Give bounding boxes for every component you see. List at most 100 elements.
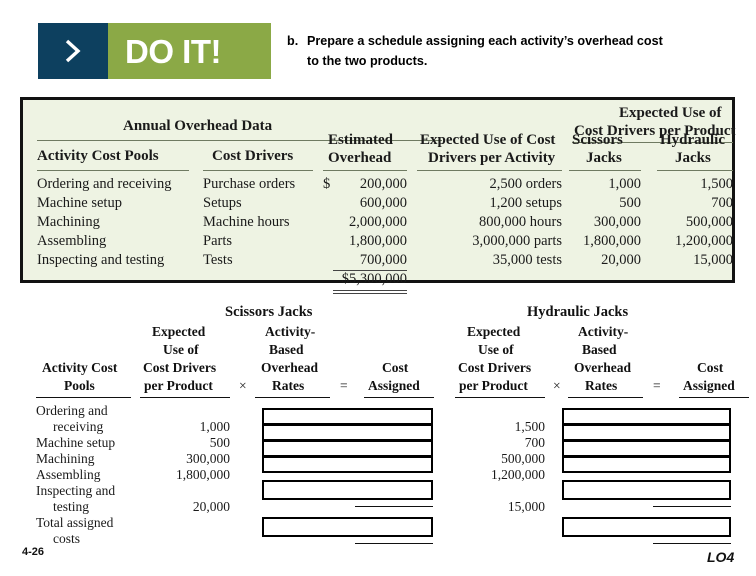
worksheet-header-scissors-expected-line3: Cost Drivers xyxy=(143,360,217,375)
table-row: 500,000 xyxy=(685,214,733,230)
worksheet-header-scissors-assigned-line2: Assigned xyxy=(368,378,420,393)
list-item: 700 xyxy=(524,435,545,450)
do-it-label: DO IT! xyxy=(125,32,221,70)
worksheet-header-hydraulic-expected-line4: per Product xyxy=(459,378,528,393)
table-row: 1,800,000 xyxy=(583,233,641,249)
cost-assigned-input-hydraulic-total[interactable] xyxy=(562,517,731,537)
list-item: 500 xyxy=(209,435,230,450)
worksheet-header-hydraulic-expected-line1: Expected xyxy=(467,324,521,339)
table-row: 1,000 xyxy=(608,176,641,192)
worksheet-header-scissors-expected-line1: Expected xyxy=(152,324,206,339)
list-item: 20,000 xyxy=(192,499,230,514)
table-row: 1,800,000 xyxy=(349,233,407,249)
cost-assigned-input-hydraulic-3[interactable] xyxy=(562,440,731,457)
list-item: testing xyxy=(53,499,89,514)
list-item: 15,000 xyxy=(507,499,545,514)
worksheet-header-scissors-rates-line2: Based xyxy=(269,342,304,357)
header-activity-cost-pools-rule xyxy=(37,170,189,171)
header-expected-use-activity-line1: Expected Use of Cost xyxy=(420,132,556,148)
table-row: Setups xyxy=(203,195,242,211)
worksheet-header-pools-line1: Activity Cost xyxy=(42,360,118,375)
table-row: 1,500 xyxy=(700,176,733,192)
instruction-marker: b. xyxy=(287,34,299,48)
instruction-text: Prepare a schedule assigning each activi… xyxy=(307,32,739,71)
header-hydraulic-jacks-line1: Hydraulic xyxy=(660,132,726,148)
do-it-banner: DO IT! xyxy=(38,23,271,79)
header-cost-drivers-rule xyxy=(203,170,313,171)
header-scissors-jacks-line2: Jacks xyxy=(586,150,622,166)
table-row: 15,000 xyxy=(693,252,733,268)
table-row: 600,000 xyxy=(359,195,407,211)
cost-assigned-input-scissors-total[interactable] xyxy=(262,517,433,537)
worksheet-header-hydraulic-expected-line2: Use of xyxy=(478,342,514,357)
instruction-line-2: to the two products. xyxy=(307,53,428,68)
worksheet-header-hydraulic-assigned-line2: Assigned xyxy=(683,378,735,393)
annual-overhead-data-table: Annual Overhead Data Expected Use of Cos… xyxy=(20,97,736,294)
overhead-total-double-rule xyxy=(333,290,407,294)
worksheet-header-scissors-assigned-line1: Cost xyxy=(382,360,409,375)
table-row: 1,200,000 xyxy=(675,233,733,249)
header-hydraulic-jacks-line2: Jacks xyxy=(675,150,711,166)
worksheet-header-hydraulic-rates-line1: Activity- xyxy=(578,324,629,339)
scissors-subtotal-rule xyxy=(355,506,433,507)
hydraulic-total-rule xyxy=(653,543,731,544)
worksheet-equals-symbol-scissors: = xyxy=(340,378,348,393)
worksheet-header-scissors-assigned-underline xyxy=(364,397,434,398)
worksheet-equals-symbol-hydraulic: = xyxy=(653,378,661,393)
cost-assigned-input-scissors-2[interactable] xyxy=(262,424,433,441)
scissors-total-rule xyxy=(355,543,433,544)
header-estimated-overhead-line1: Estimated xyxy=(328,132,393,148)
table-row: 2,000,000 xyxy=(349,214,407,230)
worksheet-product-header-hydraulic: Hydraulic Jacks xyxy=(527,304,629,320)
worksheet-header-hydraulic-expected-underline xyxy=(455,397,545,398)
slide-number: 4-26 xyxy=(22,546,45,558)
worksheet-header-scissors-expected-underline xyxy=(140,397,230,398)
header-expected-use-activity-rule xyxy=(417,170,562,171)
list-item: 1,200,000 xyxy=(491,467,545,482)
worksheet-header-hydraulic-expected-line3: Cost Drivers xyxy=(458,360,532,375)
header-activity-cost-pools: Activity Cost Pools xyxy=(37,148,159,164)
worksheet-header-scissors-rates-line3: Overhead xyxy=(261,360,318,375)
list-item: 1,800,000 xyxy=(176,467,230,482)
overhead-right-group-title-line1: Expected Use of xyxy=(619,105,722,121)
worksheet-header-hydraulic-rates-line3: Overhead xyxy=(574,360,631,375)
overhead-group-title: Annual Overhead Data xyxy=(123,118,273,134)
header-scissors-jacks-rule xyxy=(569,170,641,171)
table-row: Assembling xyxy=(37,233,107,249)
table-row: Tests xyxy=(203,252,233,268)
table-row: 700,000 xyxy=(359,252,407,268)
cost-assigned-input-scissors-1[interactable] xyxy=(262,408,433,425)
table-row: 1,200 setups xyxy=(489,195,563,211)
header-estimated-overhead-rule xyxy=(323,170,407,171)
cost-assignment-worksheet: Scissors Jacks Hydraulic Jacks Activity … xyxy=(0,300,756,576)
worksheet-header-pools-line2: Pools xyxy=(64,378,95,393)
worksheet-header-hydraulic-rates-underline xyxy=(568,397,643,398)
cost-assigned-input-hydraulic-5[interactable] xyxy=(562,480,731,500)
chevron-right-icon xyxy=(63,36,83,66)
header-hydraulic-jacks-rule xyxy=(657,170,733,171)
cost-assigned-input-scissors-4[interactable] xyxy=(262,456,433,473)
worksheet-product-header-scissors: Scissors Jacks xyxy=(225,304,313,320)
table-row: 20,000 xyxy=(601,252,641,268)
list-item: Total assigned xyxy=(36,515,114,530)
worksheet-header-pools-underline xyxy=(36,397,131,398)
table-row: 3,000,000 parts xyxy=(472,233,562,249)
hydraulic-subtotal-rule xyxy=(653,506,731,507)
worksheet-header-hydraulic-rates-line2: Based xyxy=(582,342,617,357)
cost-assigned-input-scissors-5[interactable] xyxy=(262,480,433,500)
table-row: 800,000 hours xyxy=(479,214,562,230)
list-item: 1,000 xyxy=(199,419,230,434)
list-item: receiving xyxy=(53,419,104,434)
worksheet-multiply-symbol-scissors: × xyxy=(239,378,247,393)
list-item: Assembling xyxy=(36,467,101,482)
header-estimated-overhead-line2: Overhead xyxy=(328,150,392,166)
instruction-block: b. Prepare a schedule assigning each act… xyxy=(287,32,739,71)
worksheet-header-scissors-expected-line2: Use of xyxy=(163,342,199,357)
cost-assigned-input-scissors-3[interactable] xyxy=(262,440,433,457)
cost-assigned-input-hydraulic-1[interactable] xyxy=(562,408,731,425)
worksheet-header-scissors-rates-line4: Rates xyxy=(272,378,305,393)
cost-assigned-input-hydraulic-2[interactable] xyxy=(562,424,731,441)
worksheet-header-hydraulic-assigned-line1: Cost xyxy=(697,360,724,375)
cost-assigned-input-hydraulic-4[interactable] xyxy=(562,456,731,473)
worksheet-header-scissors-rates-line1: Activity- xyxy=(265,324,316,339)
